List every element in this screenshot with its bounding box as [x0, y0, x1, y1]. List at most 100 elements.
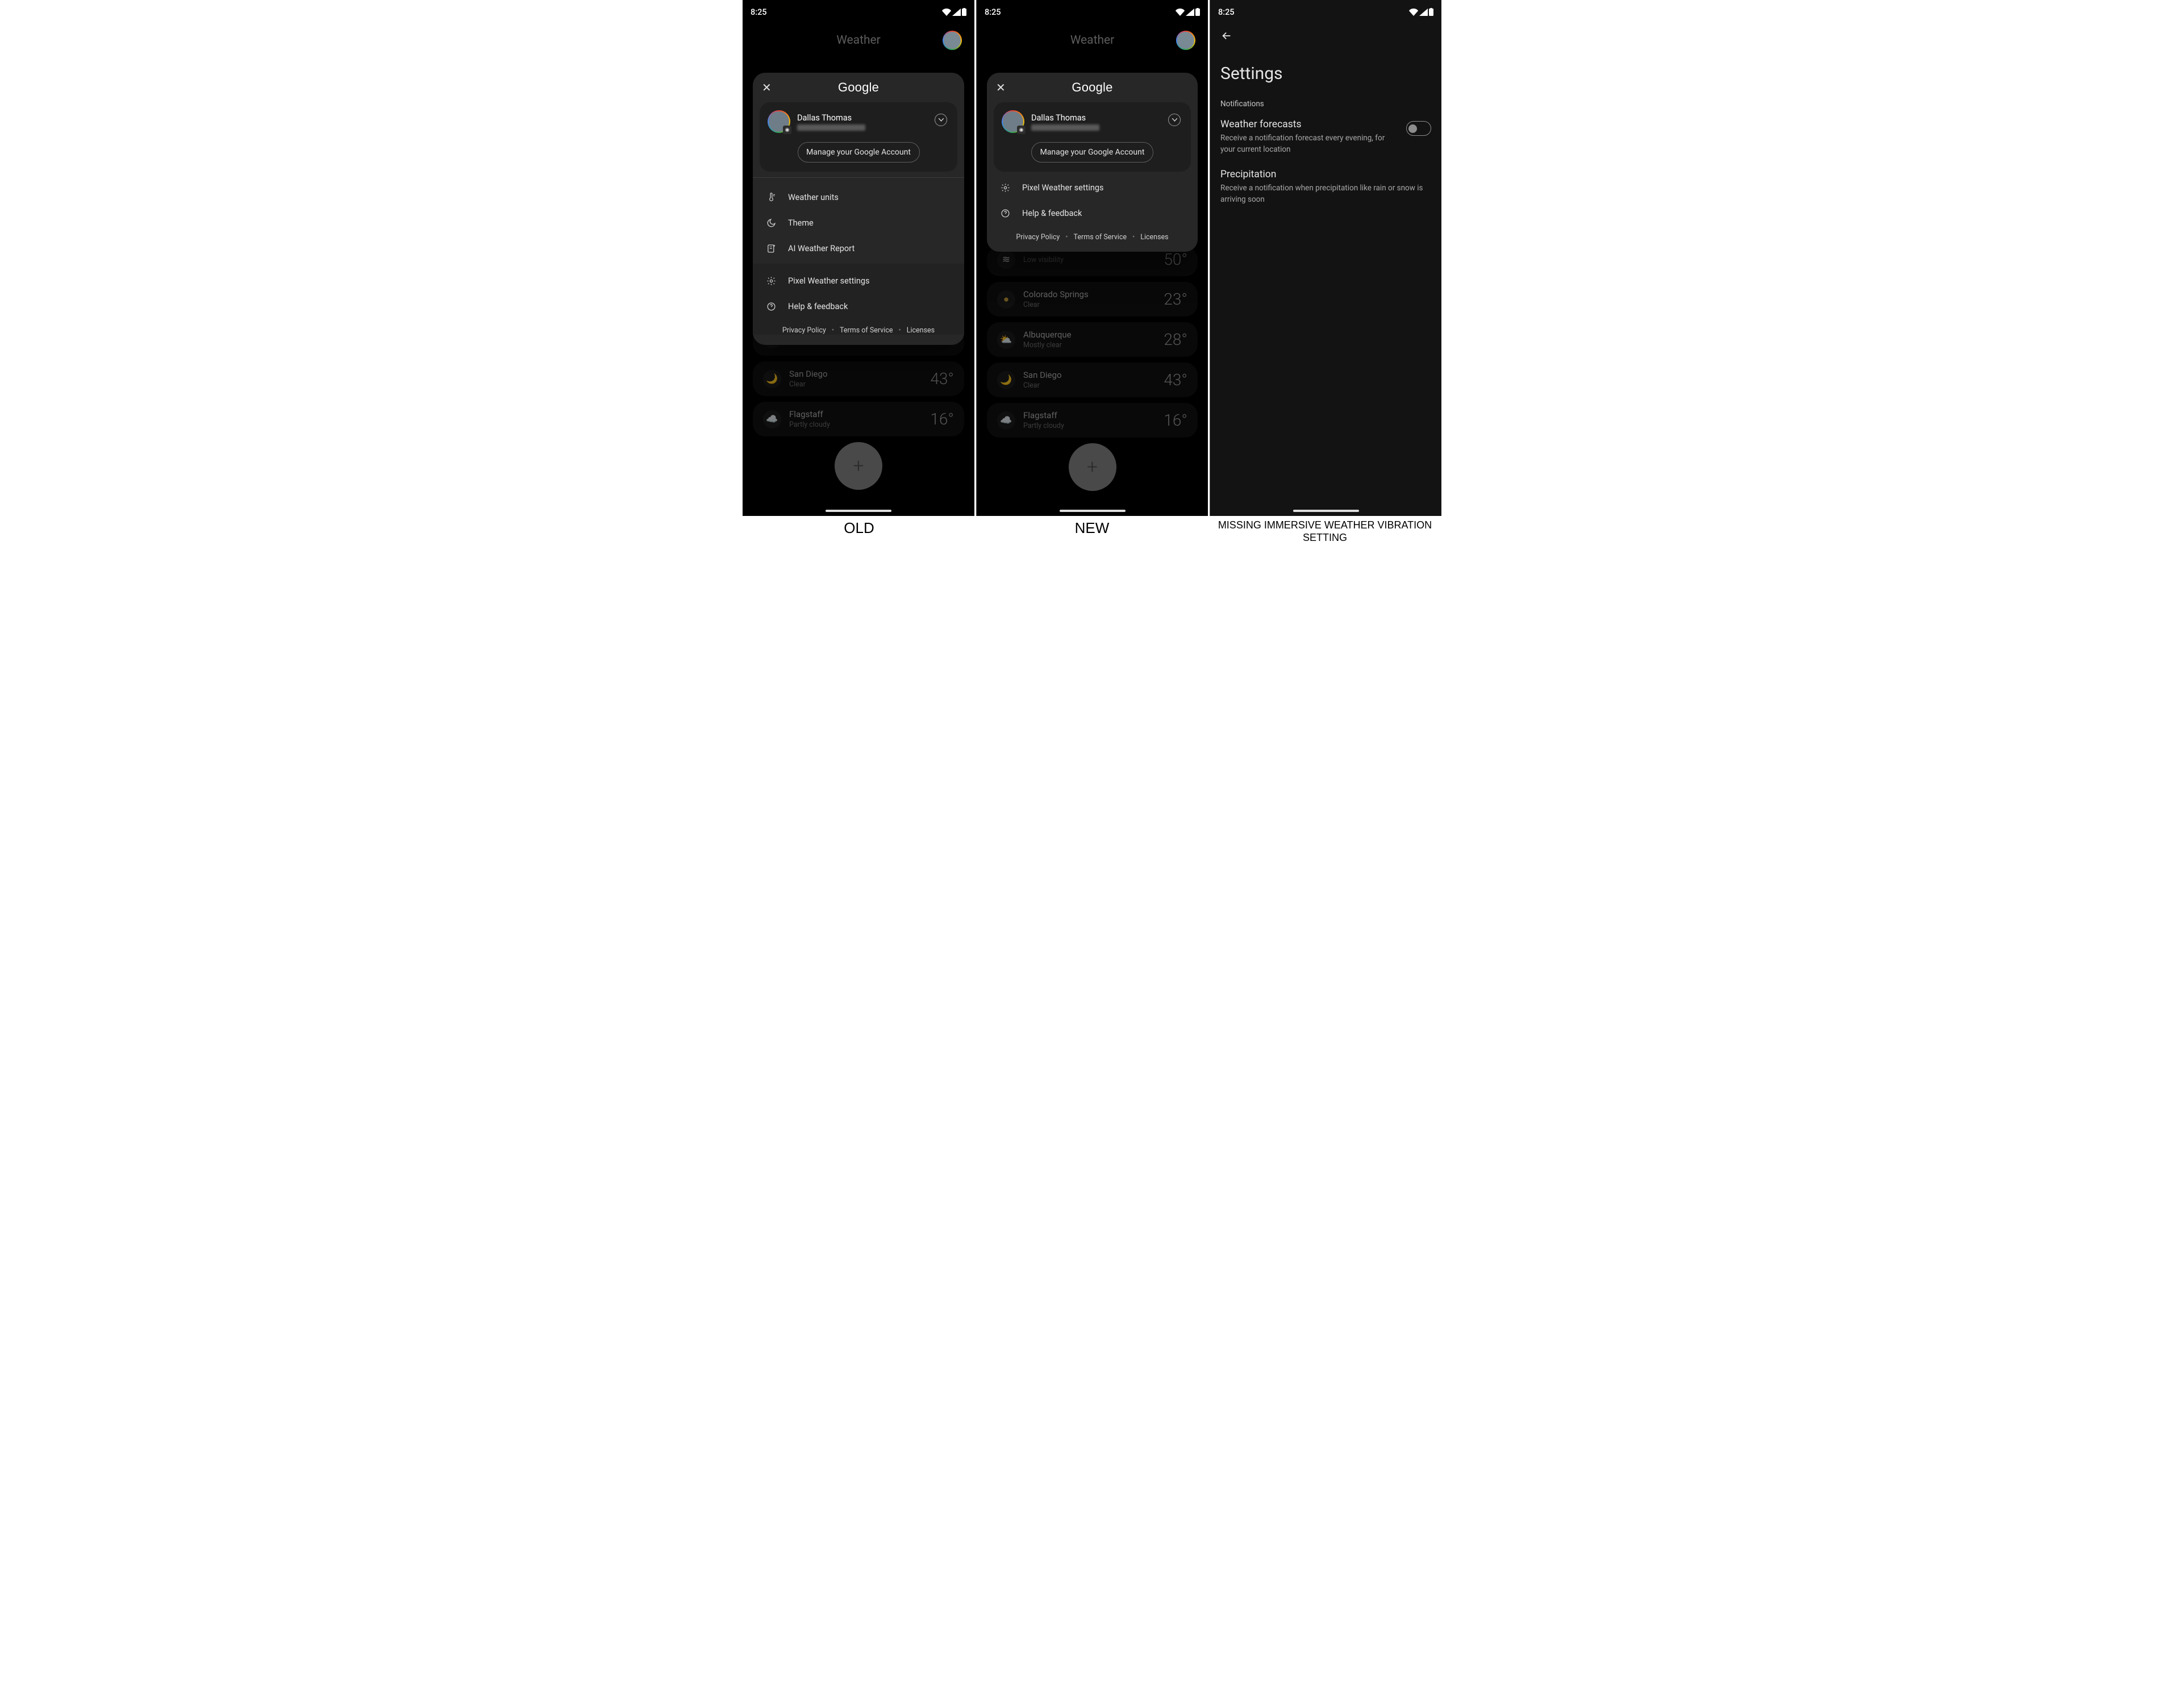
fog-icon: ≋ [997, 251, 1015, 269]
menu-item-weather-units[interactable]: Weather units [753, 185, 964, 210]
phone-new: 8:25 Weather ≋ Low visibility 50° ● Colo… [976, 0, 1208, 516]
account-expand-icon[interactable] [935, 114, 947, 126]
account-email-redacted [1031, 124, 1099, 131]
captions-row: OLD NEW MISSING IMMERSIVE WEATHER VIBRAT… [743, 516, 1441, 549]
setting-title: Weather forecasts [1220, 119, 1398, 130]
legal-links: Privacy Policy• Terms of Service• Licens… [987, 226, 1198, 241]
add-location-fab[interactable]: + [835, 442, 882, 490]
gesture-nav-bar[interactable] [1293, 510, 1359, 512]
weather-header: Weather [743, 19, 974, 59]
weather-card[interactable]: ☁️ FlagstaffPartly cloudy 16° [753, 402, 964, 436]
setting-desc: Receive a notification when precipitatio… [1220, 183, 1431, 205]
menu-item-label: AI Weather Report [788, 244, 855, 253]
profile-avatar[interactable] [943, 31, 962, 50]
ai-report-icon [765, 244, 777, 253]
moon-icon: 🌙 [763, 370, 781, 388]
menu-item-pixel-settings[interactable]: Pixel Weather settings [987, 175, 1198, 201]
tos-link[interactable]: Terms of Service [840, 326, 893, 335]
phone-old: 8:25 Weather ⛅ Mostly clear 28° 🌙 San Di… [743, 0, 974, 516]
sun-icon: ● [997, 290, 1015, 309]
setting-precipitation[interactable]: Precipitation Receive a notification whe… [1210, 169, 1441, 219]
licenses-link[interactable]: Licenses [907, 326, 935, 335]
back-button[interactable] [1210, 19, 1441, 44]
status-bar: 8:25 [977, 0, 1208, 19]
close-icon[interactable]: ✕ [762, 82, 772, 93]
status-time: 8:25 [985, 7, 1001, 17]
menu-item-help[interactable]: Help & feedback [753, 294, 964, 319]
app-title: Weather [774, 34, 943, 47]
menu-item-pixel-settings[interactable]: Pixel Weather settings [753, 268, 964, 294]
menu-item-label: Pixel Weather settings [788, 276, 870, 286]
account-block: ◉ Dallas Thomas Manage your Google Accou… [994, 102, 1191, 172]
weather-list-bg: ⛅ Mostly clear 28° 🌙 San DiegoClear 43° … [743, 326, 974, 497]
licenses-link[interactable]: Licenses [1140, 233, 1168, 241]
menu-item-theme[interactable]: Theme [753, 210, 964, 236]
gear-icon [999, 183, 1011, 193]
account-row[interactable]: ◉ Dallas Thomas [1002, 110, 1183, 133]
tos-link[interactable]: Terms of Service [1074, 233, 1127, 241]
account-email-redacted [797, 124, 865, 131]
caption-new: NEW [976, 516, 1208, 549]
status-bar: 8:25 [743, 0, 974, 19]
caption-third: MISSING IMMERSIVE WEATHER VIBRATION SETT… [1208, 516, 1441, 549]
account-block: ◉ Dallas Thomas Manage your Google Accou… [760, 102, 957, 172]
account-overlay: ✕ Google ◉ Dallas Thomas Manage your Goo… [753, 73, 964, 345]
status-icons [1409, 8, 1433, 16]
menu-item-ai-report[interactable]: AI Weather Report [753, 236, 964, 261]
privacy-link[interactable]: Privacy Policy [782, 326, 826, 335]
menu-item-label: Help & feedback [788, 302, 848, 311]
camera-badge-icon: ◉ [783, 126, 791, 134]
account-overlay: ✕ Google ◉ Dallas Thomas Manage your Goo… [987, 73, 1198, 252]
legal-links: Privacy Policy• Terms of Service• Licens… [753, 319, 964, 335]
phone-settings: 8:25 Settings Notifications Weather fore… [1210, 0, 1441, 516]
caption-old: OLD [743, 516, 976, 549]
help-icon [765, 302, 777, 311]
partly-cloudy-icon: ⛅ [997, 331, 1015, 349]
status-time: 8:25 [751, 7, 767, 17]
settings-section: Notifications [1210, 99, 1441, 119]
menu-item-help[interactable]: Help & feedback [987, 201, 1198, 226]
account-row[interactable]: ◉ Dallas Thomas [768, 110, 949, 133]
weather-header: Weather [977, 19, 1208, 59]
google-logo: Google [838, 80, 879, 95]
google-logo: Google [1072, 80, 1112, 95]
account-avatar[interactable]: ◉ [768, 110, 790, 133]
account-name: Dallas Thomas [1031, 113, 1099, 123]
profile-avatar[interactable] [1176, 31, 1195, 50]
close-icon[interactable]: ✕ [996, 82, 1006, 93]
thermometer-icon [765, 193, 777, 202]
menu-item-label: Theme [788, 218, 814, 228]
gear-icon [765, 276, 777, 286]
weather-card[interactable]: ☁️ FlagstaffPartly cloudy 16° [987, 403, 1198, 438]
account-name: Dallas Thomas [797, 113, 865, 123]
cloud-icon: ☁️ [763, 410, 781, 428]
setting-weather-forecasts[interactable]: Weather forecasts Receive a notification… [1210, 119, 1441, 169]
account-avatar[interactable]: ◉ [1002, 110, 1024, 133]
privacy-link[interactable]: Privacy Policy [1016, 233, 1060, 241]
toggle-weather-forecasts[interactable] [1406, 121, 1431, 136]
camera-badge-icon: ◉ [1017, 126, 1026, 134]
weather-card[interactable]: 🌙 San DiegoClear 43° [987, 363, 1198, 397]
manage-account-button[interactable]: Manage your Google Account [1031, 142, 1153, 163]
setting-desc: Receive a notification forecast every ev… [1220, 133, 1398, 155]
weather-card[interactable]: ● Colorado SpringsClear 23° [987, 282, 1198, 316]
gesture-nav-bar[interactable] [1060, 510, 1126, 512]
menu-item-label: Pixel Weather settings [1022, 183, 1104, 193]
weather-card[interactable]: 🌙 San DiegoClear 43° [753, 361, 964, 396]
weather-card[interactable]: ⛅ AlbuquerqueMostly clear 28° [987, 322, 1198, 357]
app-title: Weather [1008, 34, 1176, 47]
status-icons [942, 8, 966, 16]
add-location-fab[interactable]: + [1069, 443, 1116, 491]
help-icon [999, 209, 1011, 218]
moon-icon: 🌙 [997, 371, 1015, 389]
manage-account-button[interactable]: Manage your Google Account [798, 142, 920, 163]
menu-item-label: Weather units [788, 193, 839, 202]
status-time: 8:25 [1218, 7, 1235, 17]
weather-list-bg: ≋ Low visibility 50° ● Colorado SpringsC… [977, 247, 1208, 498]
account-expand-icon[interactable] [1168, 114, 1181, 126]
status-bar: 8:25 [1210, 0, 1441, 19]
moon-icon [765, 218, 777, 228]
gesture-nav-bar[interactable] [826, 510, 891, 512]
settings-title: Settings [1210, 44, 1441, 99]
cloud-icon: ☁️ [997, 411, 1015, 430]
